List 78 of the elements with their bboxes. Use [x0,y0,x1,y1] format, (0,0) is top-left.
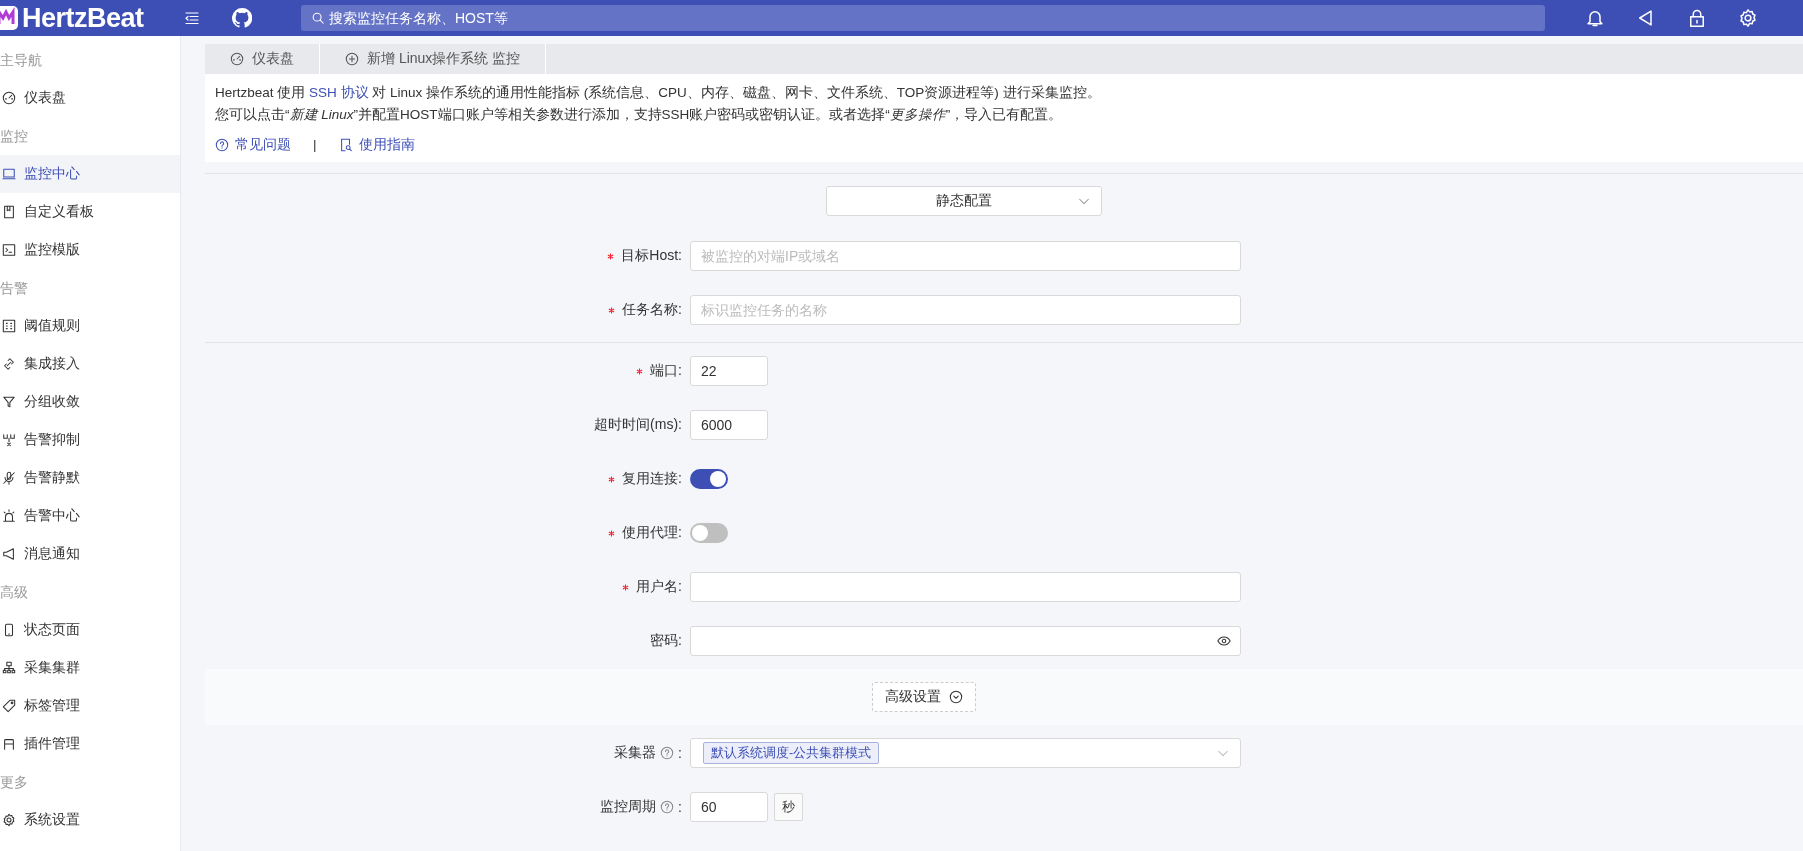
nav-item[interactable]: 告警抑制 [0,421,180,459]
gauge-icon [2,91,16,105]
nav-item[interactable]: 阈值规则 [0,307,180,345]
nav-item[interactable]: 集成接入 [0,345,180,383]
nav-item[interactable]: 系统设置 [0,801,180,839]
alarm-light-icon [2,509,16,523]
field-label: 超时时间(ms): [594,416,682,434]
toggle-switch[interactable] [690,523,728,543]
password-input[interactable] [690,626,1241,656]
microphone-off-icon [2,471,16,485]
ssh-link[interactable]: SSH 协议 [309,85,369,100]
field-label: 目标Host: [621,247,682,265]
nav-item[interactable]: 标签管理 [0,687,180,725]
nav-item[interactable]: 监控中心 [0,155,180,193]
funnel-icon [2,395,16,409]
field-label: 密码: [650,632,682,650]
help-link[interactable]: 常见问题 [215,134,291,156]
search-field[interactable]: 搜索监控任务名称、HOST等 [301,5,1545,31]
toggle-switch[interactable] [690,469,728,489]
number-input[interactable]: 6000 [690,410,768,440]
network-icon [2,661,16,675]
intro-text: Hertzbeat 使用 SSH 协议 对 Linux 操作系统的通用性能指标 (系统信息、CPU、内存、磁盘、网卡、文件系统、TOP资源进程等) 进行采集监控。 [215,84,1102,102]
intro-text: 您可以点击“新建 Linux”并配置HOST端口账户等相关参数进行添加，支持SSH账户密码或密钥认证。或者选择“更多操作”，导入已有配置。 [215,106,1064,124]
logo-icon [0,6,18,30]
nav-group-title: 高级 [0,583,29,602]
nav-item[interactable]: 状态页面 [0,611,180,649]
separator: | [313,136,317,154]
field-label: 端口: [650,362,682,380]
grid-icon [2,319,16,333]
plug-icon [2,737,16,751]
fork-icon [2,433,16,447]
question-icon [215,138,229,152]
field-label: 用户名: [636,578,682,596]
nav-group-title: 监控 [0,127,29,146]
unit-label: 秒 [774,793,803,821]
nav-group-title: 告警 [0,279,29,298]
label-colon: : [678,745,682,761]
selected-tag: 默认系统调度-公共集群模式 [703,742,880,764]
nav-group-title: 更多 [0,773,29,792]
chevron-circle-icon [949,690,963,704]
nav-item[interactable]: 分组收敛 [0,383,180,421]
tag-icon [2,699,16,713]
document-search-icon [338,138,353,152]
notebook-icon [2,205,16,219]
number-input[interactable]: 60 [690,792,768,822]
help-link[interactable]: 使用指南 [338,134,415,156]
nav-group-title: 主导航 [0,51,43,70]
mode-select[interactable]: 静态配置 [826,186,1102,216]
field-label: 采集器 [614,744,657,762]
nav-item[interactable]: 消息通知 [0,535,180,573]
field-label: 使用代理: [622,524,682,542]
nav-item[interactable]: 告警中心 [0,497,180,535]
field-label: 任务名称: [622,301,682,319]
field-label: 复用连接: [622,470,682,488]
nav-item[interactable]: 插件管理 [0,725,180,763]
search-icon [311,11,325,25]
text-input[interactable] [690,572,1241,602]
github-icon[interactable] [232,8,252,28]
text-input[interactable]: 标识监控任务的名称 [690,295,1241,325]
nav-item[interactable]: 自定义看板 [0,193,180,231]
nav-item[interactable]: 告警静默 [0,459,180,497]
terminal-icon [2,243,16,257]
phone-icon [2,623,16,637]
nav-item[interactable]: 监控模版 [0,231,180,269]
advanced-settings-button[interactable]: 高级设置 [872,682,976,712]
field-label: 监控周期 [600,798,657,816]
monitor-icon [2,167,16,181]
plus-circle-icon [345,52,359,66]
eye-icon [1217,634,1231,648]
app-logo: HertzBeat [22,2,144,34]
text-input[interactable]: 被监控的对端IP或域名 [690,241,1241,271]
nav-item[interactable]: 仪表盘 [0,79,180,117]
label-colon: : [678,799,682,815]
gauge-icon [230,52,244,66]
number-input[interactable]: 22 [690,356,768,386]
nav-item[interactable]: 采集集群 [0,649,180,687]
collector-select[interactable]: 默认系统调度-公共集群模式 [690,738,1241,768]
link-icon [2,357,16,371]
